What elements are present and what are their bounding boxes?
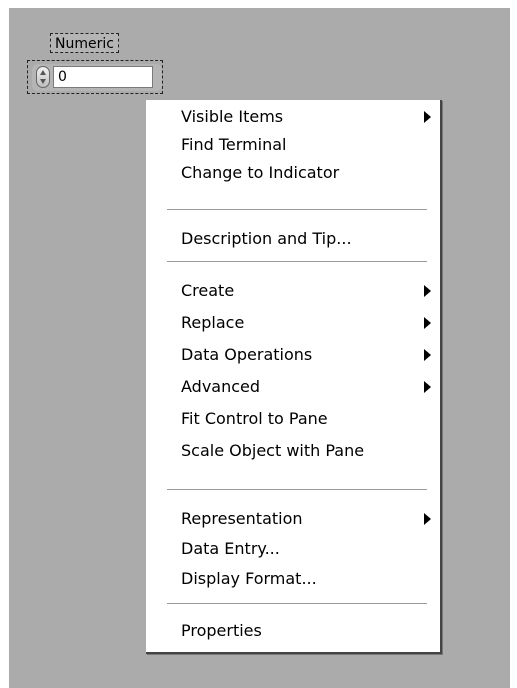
menu-item-label: Display Format... xyxy=(181,569,317,588)
context-menu: Visible Items Find Terminal Change to In… xyxy=(146,100,442,654)
menu-item-label: Replace xyxy=(181,313,245,332)
menu-item-label: Scale Object with Pane xyxy=(181,441,365,460)
menu-item-label: Visible Items xyxy=(181,107,284,126)
menu-item-label: Data Entry... xyxy=(181,539,280,558)
submenu-arrow-icon xyxy=(424,513,431,525)
submenu-arrow-icon xyxy=(424,317,431,329)
menu-item-label: Create xyxy=(181,281,235,300)
menu-item-data-entry[interactable]: Data Entry... xyxy=(146,535,440,563)
menu-item-representation[interactable]: Representation xyxy=(146,505,440,533)
menu-item-label: Advanced xyxy=(181,377,261,396)
menu-separator xyxy=(167,209,427,211)
menu-item-scale-object-with-pane[interactable]: Scale Object with Pane xyxy=(146,437,440,465)
submenu-arrow-icon xyxy=(424,285,431,297)
menu-item-label: Representation xyxy=(181,509,303,528)
menu-separator xyxy=(167,603,427,605)
menu-item-description-and-tip[interactable]: Description and Tip... xyxy=(146,225,440,253)
menu-item-data-operations[interactable]: Data Operations xyxy=(146,341,440,369)
submenu-arrow-icon xyxy=(424,381,431,393)
menu-item-label: Data Operations xyxy=(181,345,313,364)
numeric-value-field[interactable]: 0 xyxy=(53,66,153,88)
menu-item-label: Find Terminal xyxy=(181,135,287,154)
decrement-arrow-icon[interactable] xyxy=(40,79,46,84)
menu-item-find-terminal[interactable]: Find Terminal xyxy=(146,131,440,159)
submenu-arrow-icon xyxy=(424,111,431,123)
menu-item-change-to-indicator[interactable]: Change to Indicator xyxy=(146,159,440,187)
increment-arrow-icon[interactable] xyxy=(40,70,46,75)
increment-decrement-spinner-icon[interactable] xyxy=(36,66,50,88)
menu-item-fit-control-to-pane[interactable]: Fit Control to Pane xyxy=(146,405,440,433)
menu-item-label: Fit Control to Pane xyxy=(181,409,328,428)
menu-item-display-format[interactable]: Display Format... xyxy=(146,565,440,593)
menu-item-properties[interactable]: Properties xyxy=(146,617,440,645)
submenu-arrow-icon xyxy=(424,349,431,361)
numeric-control-label[interactable]: Numeric xyxy=(50,33,119,53)
menu-item-replace[interactable]: Replace xyxy=(146,309,440,337)
menu-separator xyxy=(167,261,427,263)
menu-item-label: Description and Tip... xyxy=(181,229,352,248)
menu-item-label: Change to Indicator xyxy=(181,163,340,182)
menu-item-create[interactable]: Create xyxy=(146,277,440,305)
menu-item-visible-items[interactable]: Visible Items xyxy=(146,103,440,131)
menu-item-label: Properties xyxy=(181,621,262,640)
menu-separator xyxy=(167,489,427,491)
menu-item-advanced[interactable]: Advanced xyxy=(146,373,440,401)
